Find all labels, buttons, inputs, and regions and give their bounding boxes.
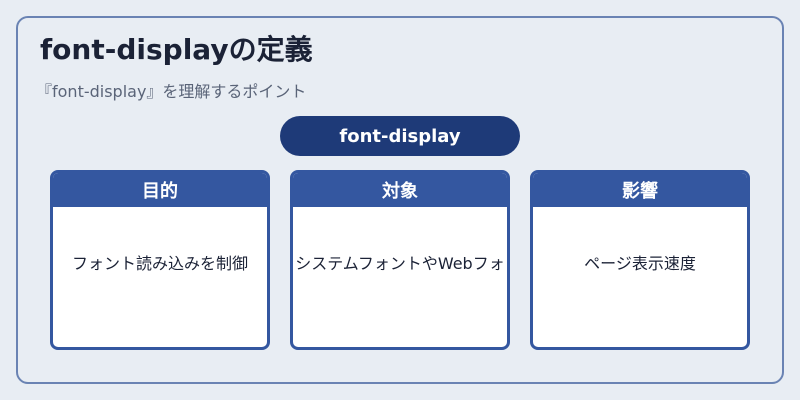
page-subtitle: 『font-display』を理解するポイント: [36, 82, 307, 101]
card-target: 対象 システムフォントやWebフォ: [290, 170, 510, 350]
card-purpose: 目的 フォント読み込みを制御: [50, 170, 270, 350]
card-impact: 影響 ページ表示速度: [530, 170, 750, 350]
card-body: システムフォントやWebフォ: [295, 254, 505, 273]
card-header: 目的: [53, 173, 267, 207]
card-body: フォント読み込みを制御: [71, 254, 248, 273]
card-header: 対象: [293, 173, 507, 207]
central-topic-pill: font-display: [280, 116, 520, 156]
card-header: 影響: [533, 173, 747, 207]
card-body: ページ表示速度: [584, 254, 696, 273]
page-title: font-displayの定義: [40, 33, 313, 66]
